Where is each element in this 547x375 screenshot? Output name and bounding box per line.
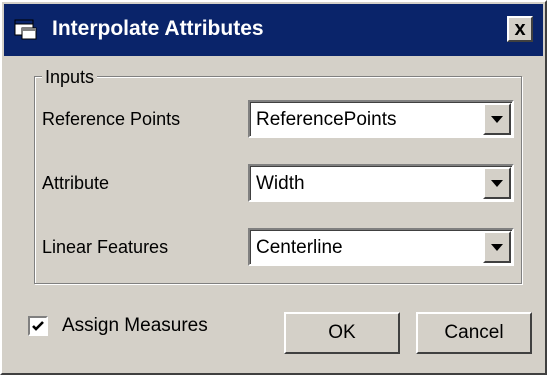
window-title: Interpolate Attributes [52, 17, 264, 40]
close-icon: x [514, 18, 526, 40]
reference-points-label: Reference Points [42, 109, 181, 129]
cancel-button[interactable]: Cancel [416, 312, 532, 354]
chevron-down-icon [491, 243, 503, 251]
attribute-dropdown-button[interactable] [483, 167, 511, 199]
attribute-combobox[interactable]: Width [248, 164, 514, 202]
linear-features-label: Linear Features [42, 237, 169, 257]
attribute-label: Attribute [42, 173, 110, 193]
linear-features-dropdown-button[interactable] [483, 231, 511, 263]
ok-button[interactable]: OK [284, 312, 400, 354]
linear-features-combobox[interactable]: Centerline [248, 228, 514, 266]
reference-points-dropdown-button[interactable] [483, 103, 511, 135]
reference-points-combobox[interactable]: ReferencePoints [248, 100, 514, 138]
checkmark-icon [32, 321, 44, 331]
chevron-down-icon [491, 179, 503, 187]
inputs-group-legend: Inputs [42, 66, 98, 88]
linear-features-value: Centerline [256, 237, 343, 258]
assign-measures-label[interactable]: Assign Measures [62, 315, 208, 337]
close-button[interactable]: x [507, 16, 533, 42]
title-bar[interactable]: Interpolate Attributes x [4, 4, 543, 56]
assign-measures-checkbox[interactable] [28, 316, 48, 336]
window-app-icon [14, 19, 37, 40]
chevron-down-icon [491, 115, 503, 123]
reference-points-value: ReferencePoints [256, 109, 397, 130]
attribute-value: Width [256, 173, 305, 194]
dialog-window: Interpolate Attributes x Inputs Referenc… [0, 0, 547, 375]
